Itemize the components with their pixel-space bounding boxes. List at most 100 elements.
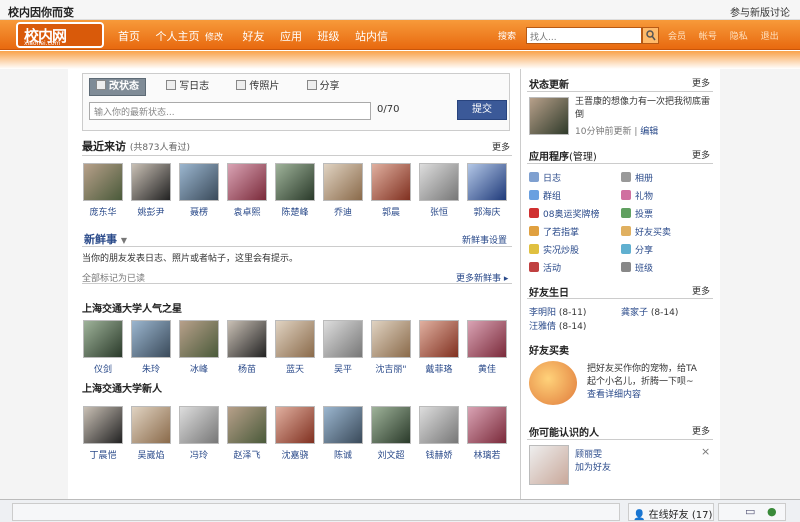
star-card[interactable]: 朱玲 bbox=[130, 320, 172, 375]
visitor-name[interactable]: 庞东华 bbox=[82, 205, 124, 218]
avatar[interactable] bbox=[419, 163, 459, 201]
visitor-card[interactable]: 郭晨 bbox=[370, 163, 412, 218]
avatar[interactable] bbox=[371, 320, 411, 358]
visitor-card[interactable]: 郭海庆 bbox=[466, 163, 508, 218]
visitor-name[interactable]: 张恒 bbox=[418, 205, 460, 218]
app-album[interactable]: 相册 bbox=[621, 171, 653, 184]
close-icon[interactable]: × bbox=[701, 445, 710, 458]
avatar[interactable] bbox=[131, 406, 171, 444]
newbie-name[interactable]: 冯玲 bbox=[178, 448, 220, 461]
avatar[interactable] bbox=[227, 406, 267, 444]
star-card[interactable]: 沈吉丽" bbox=[370, 320, 412, 375]
newbie-card[interactable]: 沈嘉骁 bbox=[274, 406, 316, 461]
visitors-more-link[interactable]: 更多 bbox=[492, 140, 510, 153]
newbie-name[interactable]: 刘文超 bbox=[370, 448, 412, 461]
avatar[interactable] bbox=[419, 320, 459, 358]
visitor-card[interactable]: 庞东华 bbox=[82, 163, 124, 218]
tab-photo[interactable]: 传照片 bbox=[229, 78, 286, 96]
star-card[interactable]: 仪剑 bbox=[82, 320, 124, 375]
apps-manage-link[interactable]: (管理) bbox=[569, 152, 597, 163]
monitor-icon[interactable]: ▭ bbox=[745, 505, 755, 518]
avatar[interactable] bbox=[227, 320, 267, 358]
visitor-card[interactable]: 姚彭尹 bbox=[130, 163, 172, 218]
visitor-card[interactable]: 乔迪 bbox=[322, 163, 364, 218]
avatar[interactable] bbox=[83, 406, 123, 444]
link-privacy[interactable]: 隐私 bbox=[730, 32, 748, 42]
avatar[interactable] bbox=[371, 163, 411, 201]
newbie-card[interactable]: 刘文超 bbox=[370, 406, 412, 461]
avatar[interactable] bbox=[83, 320, 123, 358]
visitor-name[interactable]: 郭海庆 bbox=[466, 205, 508, 218]
newbie-card[interactable]: 丁晨恺 bbox=[82, 406, 124, 461]
newbie-name[interactable]: 林璃若 bbox=[466, 448, 508, 461]
search-input[interactable]: 找人... bbox=[526, 27, 642, 44]
avatar[interactable] bbox=[275, 320, 315, 358]
app-friend-trade[interactable]: 好友买卖 bbox=[621, 225, 671, 238]
star-card[interactable]: 冰峰 bbox=[178, 320, 220, 375]
nav-friends[interactable]: 好友 bbox=[243, 30, 265, 43]
avatar[interactable] bbox=[323, 163, 363, 201]
nav-edit-profile[interactable]: 修改 bbox=[205, 33, 223, 43]
app-class[interactable]: 班级 bbox=[621, 261, 653, 274]
avatar[interactable] bbox=[131, 320, 171, 358]
star-card[interactable]: 蓝天 bbox=[274, 320, 316, 375]
app-share[interactable]: 分享 bbox=[621, 243, 653, 256]
online-status-icon[interactable]: ● bbox=[767, 505, 777, 518]
newbie-name[interactable]: 赵泽飞 bbox=[226, 448, 268, 461]
search-button[interactable] bbox=[642, 27, 659, 44]
newbie-name[interactable]: 丁晨恺 bbox=[82, 448, 124, 461]
birthday-name[interactable]: 李明阳 bbox=[529, 308, 556, 318]
news-settings-link[interactable]: 新鲜事设置 bbox=[462, 233, 507, 246]
status-input[interactable]: 输入你的最新状态... bbox=[89, 102, 371, 120]
newbie-name[interactable]: 钱赫娇 bbox=[418, 448, 460, 461]
avatar[interactable] bbox=[467, 163, 507, 201]
star-card[interactable]: 吴平 bbox=[322, 320, 364, 375]
link-vip[interactable]: 会员 bbox=[668, 32, 686, 42]
chevron-down-icon[interactable]: ▼ bbox=[121, 236, 127, 245]
star-name[interactable]: 冰峰 bbox=[178, 362, 220, 375]
link-logout[interactable]: 退出 bbox=[761, 32, 779, 42]
star-card[interactable]: 黄佳 bbox=[466, 320, 508, 375]
avatar[interactable] bbox=[275, 406, 315, 444]
tab-status[interactable]: 改状态 bbox=[89, 78, 146, 96]
visitor-name[interactable]: 姚彭尹 bbox=[130, 205, 172, 218]
newbie-name[interactable]: 吴崴焰 bbox=[130, 448, 172, 461]
avatar[interactable] bbox=[323, 320, 363, 358]
nav-messages[interactable]: 站内信 bbox=[355, 30, 388, 43]
star-name[interactable]: 吴平 bbox=[322, 362, 364, 375]
visitor-card[interactable]: 袁卓熙 bbox=[226, 163, 268, 218]
visitor-name[interactable]: 聂楞 bbox=[178, 205, 220, 218]
pymk-name[interactable]: 顾丽雯 bbox=[575, 447, 602, 460]
avatar[interactable] bbox=[371, 406, 411, 444]
site-logo[interactable]: 校内网 xiaonei.com bbox=[16, 22, 104, 48]
newbie-name[interactable]: 沈嘉骁 bbox=[274, 448, 316, 461]
star-card[interactable]: 戴菲珞 bbox=[418, 320, 460, 375]
visitor-name[interactable]: 袁卓熙 bbox=[226, 205, 268, 218]
birthday-name[interactable]: 龚家子 bbox=[621, 308, 648, 318]
birthday-more[interactable]: 更多 bbox=[692, 284, 710, 297]
nav-apps[interactable]: 应用 bbox=[280, 30, 302, 43]
visitor-card[interactable]: 聂楞 bbox=[178, 163, 220, 218]
birthday-name[interactable]: 汪雅倩 bbox=[529, 322, 556, 332]
app-events[interactable]: 活动 bbox=[529, 261, 561, 274]
newbie-card[interactable]: 林璃若 bbox=[466, 406, 508, 461]
visitor-card[interactable]: 张恒 bbox=[418, 163, 460, 218]
online-friends-button[interactable]: 👤 在线好友 (17) bbox=[628, 503, 714, 521]
nav-home[interactable]: 首页 bbox=[118, 30, 140, 43]
avatar[interactable] bbox=[131, 163, 171, 201]
newbie-card[interactable]: 冯玲 bbox=[178, 406, 220, 461]
app-palm[interactable]: 了若指掌 bbox=[529, 225, 579, 238]
visitor-name[interactable]: 乔迪 bbox=[322, 205, 364, 218]
newbie-card[interactable]: 吴崴焰 bbox=[130, 406, 172, 461]
newbie-card[interactable]: 赵泽飞 bbox=[226, 406, 268, 461]
tab-blog[interactable]: 写日志 bbox=[159, 78, 216, 96]
app-gifts[interactable]: 礼物 bbox=[621, 189, 653, 202]
star-name[interactable]: 戴菲珞 bbox=[418, 362, 460, 375]
avatar[interactable] bbox=[467, 406, 507, 444]
nav-profile[interactable]: 个人主页 bbox=[156, 30, 200, 43]
newbie-card[interactable]: 钱赫娇 bbox=[418, 406, 460, 461]
submit-button[interactable]: 提交 bbox=[457, 100, 507, 120]
app-blog[interactable]: 日志 bbox=[529, 171, 561, 184]
tab-share[interactable]: 分享 bbox=[300, 78, 347, 96]
my-avatar[interactable] bbox=[529, 97, 569, 135]
